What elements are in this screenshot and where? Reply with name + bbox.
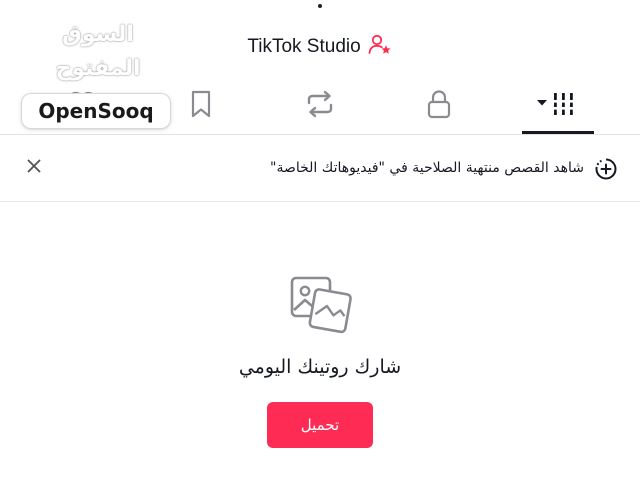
- profile-screen: السوق المفتوح OpenSooq TikTok Studio شاه…: [0, 0, 640, 480]
- lock-icon: [425, 88, 453, 124]
- tab-favorites[interactable]: [171, 86, 231, 126]
- upload-button[interactable]: تحميل: [267, 402, 373, 448]
- repost-icon: [304, 89, 336, 123]
- notice-text[interactable]: شاهد القصص منتهية الصلاحية في "فيديوهاتك…: [270, 155, 584, 181]
- tiktok-studio-link[interactable]: TikTok Studio: [200, 30, 440, 64]
- watermark-brand-badge: OpenSooq: [22, 94, 170, 128]
- status-dot: [318, 4, 322, 8]
- expired-stories-notice: شاهد القصص منتهية الصلاحية في "فيديوهاتك…: [0, 135, 640, 202]
- tab-private[interactable]: [409, 86, 469, 126]
- empty-state-message: شارك روتينك اليومي: [238, 356, 402, 378]
- grid-dropdown-icon: [534, 88, 582, 124]
- add-story-icon: [594, 157, 618, 181]
- watermark-arabic-text: السوق المفتوح: [55, 22, 141, 81]
- photos-icon: [288, 272, 354, 338]
- person-star-icon: [367, 32, 393, 62]
- studio-title-text: TikTok Studio: [247, 36, 361, 57]
- close-icon: [26, 158, 42, 178]
- bookmark-icon: [189, 89, 213, 123]
- opensooq-watermark: السوق المفتوح OpenSooq: [22, 18, 174, 128]
- tab-videos[interactable]: [522, 86, 594, 134]
- tab-reposts[interactable]: [290, 86, 350, 126]
- close-notice-button[interactable]: [22, 156, 46, 180]
